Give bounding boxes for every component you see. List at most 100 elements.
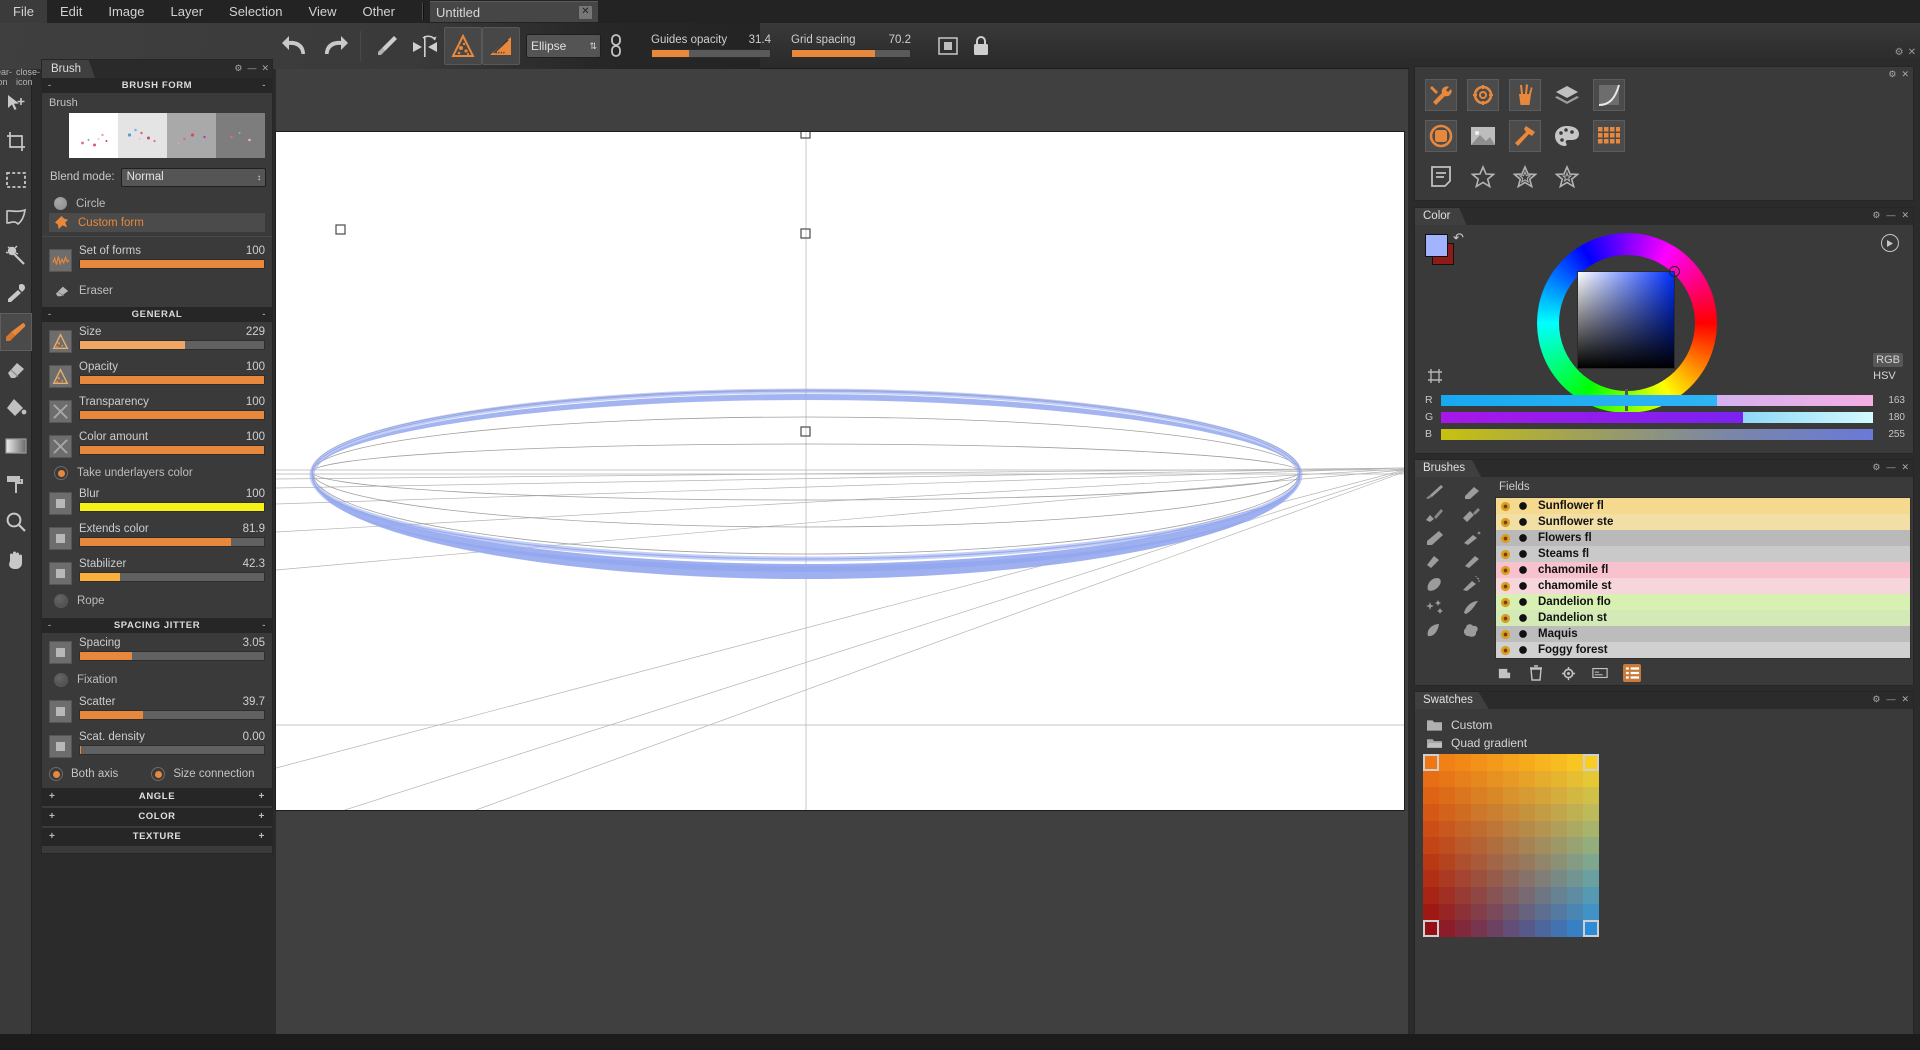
list-item[interactable]: Steams fl [1496, 546, 1910, 562]
gear-icon[interactable]: ⚙ [1872, 210, 1880, 221]
brush-cat-pencil-button[interactable] [1419, 528, 1451, 548]
swatch-cell[interactable] [1519, 754, 1535, 771]
swatch-cell[interactable] [1487, 754, 1503, 771]
swatch-cell[interactable] [1503, 754, 1519, 771]
section-header-angle[interactable]: + ANGLE + [42, 788, 272, 806]
gear-icon[interactable] [1559, 664, 1577, 682]
swatch-cell[interactable] [1583, 820, 1599, 838]
swatch-cell[interactable] [1455, 803, 1471, 821]
lasso-tool-button[interactable] [0, 199, 32, 237]
swatch-folder-custom[interactable]: Custom [1423, 716, 1907, 734]
color-play-button[interactable] [1881, 234, 1899, 252]
form-option-custom[interactable]: Custom form [49, 213, 265, 232]
menu-item-edit[interactable]: Edit [47, 0, 95, 23]
channel-row-b[interactable]: B 255 [1425, 428, 1905, 440]
palette-button[interactable] [1551, 120, 1583, 152]
swatch-cell[interactable] [1471, 820, 1487, 838]
transparency-track[interactable] [79, 410, 265, 420]
swatch-cell[interactable] [1535, 887, 1551, 904]
swatch-cell[interactable] [1519, 920, 1535, 937]
swatch-cell[interactable] [1471, 853, 1487, 871]
swatch-cell[interactable] [1583, 787, 1599, 804]
swatch-cell[interactable] [1551, 754, 1567, 771]
swatch-grid-button[interactable] [1593, 120, 1625, 152]
brush-cat-blob-button[interactable] [1419, 574, 1451, 594]
brush-cat-leaf-button[interactable] [1419, 620, 1451, 640]
swatch-cell[interactable] [1503, 803, 1519, 821]
scatter-track[interactable] [79, 710, 265, 720]
star-outline-2-button[interactable] [1509, 161, 1541, 193]
link-button[interactable] [601, 27, 631, 65]
minimize-icon[interactable]: — [1886, 694, 1895, 705]
swatch-cell[interactable] [1439, 820, 1455, 838]
swatch-cell[interactable] [1423, 787, 1439, 804]
swatch-cell[interactable] [1487, 853, 1503, 871]
swatch-cell[interactable] [1535, 870, 1551, 888]
blur-track[interactable] [79, 502, 265, 512]
mirror-button[interactable] [406, 27, 444, 65]
brush-cat-spray-button[interactable] [1455, 574, 1487, 594]
close-icon[interactable]: ✕ [578, 5, 592, 19]
rope-option[interactable]: Rope [49, 589, 265, 613]
menu-item-file[interactable]: File [0, 0, 47, 23]
swatch-cell[interactable] [1535, 903, 1551, 921]
swatch-cell[interactable] [1535, 803, 1551, 821]
gear-icon[interactable]: ⚙ [1872, 462, 1880, 473]
swatch-cell[interactable] [1551, 920, 1567, 937]
swatch-cell[interactable] [1487, 887, 1503, 904]
swatch-cell[interactable] [1439, 803, 1455, 821]
color-mode-hsv[interactable]: HSV [1873, 370, 1896, 382]
swatch-cell[interactable] [1423, 837, 1439, 854]
channel-bar-b[interactable] [1441, 428, 1873, 440]
section-header-texture[interactable]: + TEXTURE + [42, 828, 272, 846]
swatch-cell[interactable] [1455, 770, 1471, 788]
tab-brush[interactable]: Brush [42, 60, 96, 78]
menu-item-image[interactable]: Image [95, 0, 157, 23]
swatch-cell[interactable] [1519, 903, 1535, 921]
section-header-color[interactable]: + COLOR + [42, 808, 272, 826]
canvas-area[interactable] [276, 69, 1408, 1050]
swatch-cell[interactable] [1439, 787, 1455, 804]
swatch-cell[interactable] [1455, 870, 1471, 888]
gear-icon[interactable]: gear-icon [0, 67, 12, 87]
color-frame-icon[interactable] [1427, 368, 1443, 388]
size-track[interactable] [79, 340, 265, 350]
set-of-forms-track[interactable] [79, 259, 265, 269]
blend-mode-select[interactable]: Normal ↕ [120, 167, 266, 187]
swatch-cell[interactable] [1455, 853, 1471, 871]
tab-swatches[interactable]: Swatches [1415, 692, 1489, 709]
hammer-button[interactable] [1509, 120, 1541, 152]
eraser-option[interactable]: Eraser [49, 280, 265, 302]
swatch-cell[interactable] [1503, 903, 1519, 921]
swatch-cell[interactable] [1519, 853, 1535, 871]
settings-gear-button[interactable] [1467, 79, 1499, 111]
list-item[interactable]: Flowers fl [1496, 530, 1910, 546]
swatch-cell[interactable] [1503, 770, 1519, 788]
swatch-cell[interactable] [1551, 870, 1567, 888]
swatch-cell[interactable] [1535, 820, 1551, 838]
swatch-cell[interactable] [1439, 903, 1455, 921]
move-tool-button[interactable] [0, 85, 32, 123]
channel-bar-g[interactable] [1441, 411, 1873, 423]
brush-cat-wide-button[interactable] [1419, 505, 1451, 525]
swatch-cell[interactable] [1439, 754, 1455, 771]
swatch-cell[interactable] [1503, 920, 1519, 937]
swatch-cell[interactable] [1583, 853, 1599, 871]
minimize-icon[interactable]: — [1886, 462, 1895, 473]
layers-button[interactable] [1551, 79, 1583, 111]
brush-cat-airbrush-button[interactable] [1455, 528, 1487, 548]
swatch-cell[interactable] [1535, 837, 1551, 854]
brush-tool-button[interactable] [0, 313, 32, 351]
saturation-value-square[interactable] [1577, 266, 1680, 369]
canvas-document[interactable] [276, 132, 1404, 810]
list-item[interactable]: Dandelion st [1496, 610, 1910, 626]
swatch-cell[interactable] [1583, 754, 1599, 771]
extends-color-track[interactable] [79, 537, 265, 547]
slider-size[interactable]: Size 229 [42, 322, 272, 357]
star-outline-1-button[interactable] [1467, 161, 1499, 193]
swatch-cell[interactable] [1503, 870, 1519, 888]
swatch-cell[interactable] [1471, 837, 1487, 854]
swatch-cell[interactable] [1455, 754, 1471, 771]
crop-tool-button[interactable] [0, 123, 32, 161]
channel-row-g[interactable]: G 180 [1425, 411, 1905, 423]
